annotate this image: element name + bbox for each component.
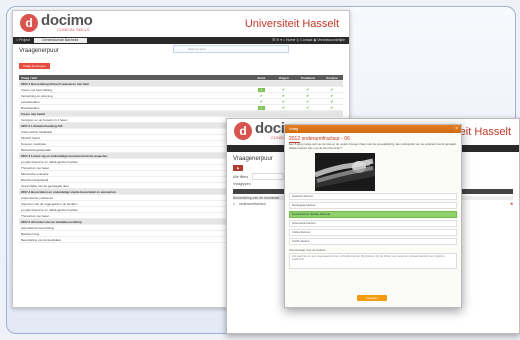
xray-image: [315, 153, 375, 192]
row-title: Longfunctiecurve en radiologische beelde…: [21, 207, 79, 212]
status-check-icon: ✔: [258, 87, 265, 92]
row-title: Anatomische problemen: [21, 195, 54, 200]
row-title: Doseren medicatie: [21, 141, 47, 146]
row-title: 2007-1 Beoordeling klinisch redeneren me…: [21, 81, 90, 86]
dialog-titlebar: Vraag ×: [285, 125, 461, 133]
status-check-icon: ✔: [306, 93, 310, 98]
row-title: Letselbeelden: [21, 99, 40, 104]
status-check-icon: ✔: [281, 93, 286, 98]
nav-project-label: Project: [19, 38, 31, 42]
row-title: Oppervlakte van de gevraagde deel: [21, 183, 69, 188]
status-check-icon: ✔: [306, 105, 310, 110]
forearm-xray-icon: [315, 153, 375, 192]
search-input[interactable]: Zoek op term: [173, 45, 289, 53]
answer-option[interactable]: Torus-fractuur (buckle fractuur): [289, 211, 457, 219]
home-icon[interactable]: ⌂: [16, 38, 18, 42]
row-title: Verwerking en ordening: [21, 93, 53, 98]
row-title: Behandelingsafspraak: [21, 147, 51, 152]
row-title: Beoordeling van de kandidaat: [21, 237, 61, 242]
nav-left: ⌂ Project Geneeskunde Bachelor: [16, 38, 87, 43]
nav-right-links[interactable]: ☰ ✉ ▾ ⌂ Home ◎ Contact ◉ Verantwoordelij…: [272, 38, 345, 42]
top-navbar: ⌂ Project Geneeskunde Bachelor ☰ ✉ ▾ ⌂ H…: [13, 37, 349, 44]
status-check-icon: ✔: [330, 99, 334, 104]
filter-label: Alle filters: [233, 174, 249, 179]
delete-icon[interactable]: ✖: [510, 202, 513, 206]
status-check-icon: ✔: [258, 105, 265, 110]
answer-option[interactable]: Galeazzi-fractuur: [289, 193, 457, 201]
type-label: Vraagtypen: [233, 182, 251, 186]
row-title: 2007-3 Letsel rug en onderdelige bovenmo…: [21, 153, 108, 158]
question-stem: Een 8-jarig meisje valt van de trap en d…: [289, 142, 457, 150]
answer-option[interactable]: Smith-fractuur: [289, 238, 457, 246]
save-button[interactable]: Opslaan: [357, 295, 387, 301]
status-check-icon: ✔: [330, 93, 334, 98]
row-title: Beeldvorming: [21, 231, 40, 236]
filter-select[interactable]: [252, 173, 285, 180]
answer-option[interactable]: Greenstick-fractuur: [289, 220, 457, 228]
status-check-icon: ✔: [306, 87, 310, 92]
answer-option[interactable]: Colles-fractuur: [289, 229, 457, 237]
row-title: Thoraxfoto met fasen: [21, 213, 50, 218]
dialog-title: Vraag: [289, 127, 299, 131]
row-title: Aspecten van de ruggegraat in de beelden: [21, 201, 78, 206]
row-title: 2007-2 Lichaamshouding ICE: [21, 123, 63, 128]
row-title: Longfunctiecurve en radiologische beelde…: [21, 159, 79, 164]
question-dialog: Vraag × 2012 onderarmfractuur - 06 Een 8…: [284, 124, 462, 308]
docimo-logo-icon: d: [234, 122, 252, 140]
row-title: Anatomische lokalisatie: [21, 129, 53, 134]
row-title: Verwijzen en de huisarts in 4 fasen: [21, 117, 68, 122]
status-check-icon: ✔: [306, 99, 310, 104]
row-title: Casus met beoordeling: [21, 87, 52, 92]
row-id: 1: [233, 202, 235, 206]
status-check-icon: ✔: [330, 105, 334, 110]
status-check-icon: ✔: [281, 87, 286, 92]
row-title: Beeldvormingsbeeld: [21, 177, 49, 182]
row-label: onderarmfractuur: [238, 202, 266, 206]
logo-subtitle: CLINICAL SKILLS: [57, 27, 90, 32]
docimo-logo-icon: d: [20, 14, 38, 32]
row-title: Aanvullende beoordeling: [21, 225, 55, 230]
answer-option[interactable]: Monteggia-fractuur: [289, 202, 457, 210]
row-title: Casus met beeld: [21, 111, 45, 116]
answer-options: Galeazzi-fractuur Monteggia-fractuur Torus…: [285, 193, 461, 246]
status-check-icon: ✔: [259, 99, 264, 104]
status-check-icon: ✔: [330, 87, 334, 92]
detail-action-button[interactable]: ▶: [233, 165, 244, 171]
comment-label: Commentaar voor de student: [289, 248, 326, 253]
row-title: Breukbeelden: [21, 105, 40, 110]
status-check-icon: ✔: [281, 105, 286, 110]
project-select[interactable]: Geneeskunde Bachelor: [34, 38, 87, 43]
status-check-icon: ✔: [259, 93, 264, 98]
add-question-button[interactable]: Vraag toevoegen: [19, 63, 50, 69]
row-title: Klinisch beeld: [21, 135, 40, 140]
row-title: Thoraxfoto met fasen: [21, 165, 50, 170]
close-icon[interactable]: ×: [455, 125, 458, 133]
status-check-icon: ✔: [281, 99, 286, 104]
table-cell: Beoordeling van de kandidaat: [19, 236, 251, 243]
comment-textarea[interactable]: Het gaat hier om een zogenaamde torus- o…: [289, 253, 457, 270]
app-header: d docimo CLINICAL SKILLS Universiteit Ha…: [13, 11, 349, 37]
row-title: Motorische evaluatie: [21, 171, 49, 176]
university-name: Universiteit Hasselt: [244, 18, 339, 30]
row-title: 2007-4 Beoordelen en onderdelige studie …: [21, 189, 116, 194]
row-title: 2007-5 Afronden van de studiebeoordeling: [21, 219, 82, 224]
